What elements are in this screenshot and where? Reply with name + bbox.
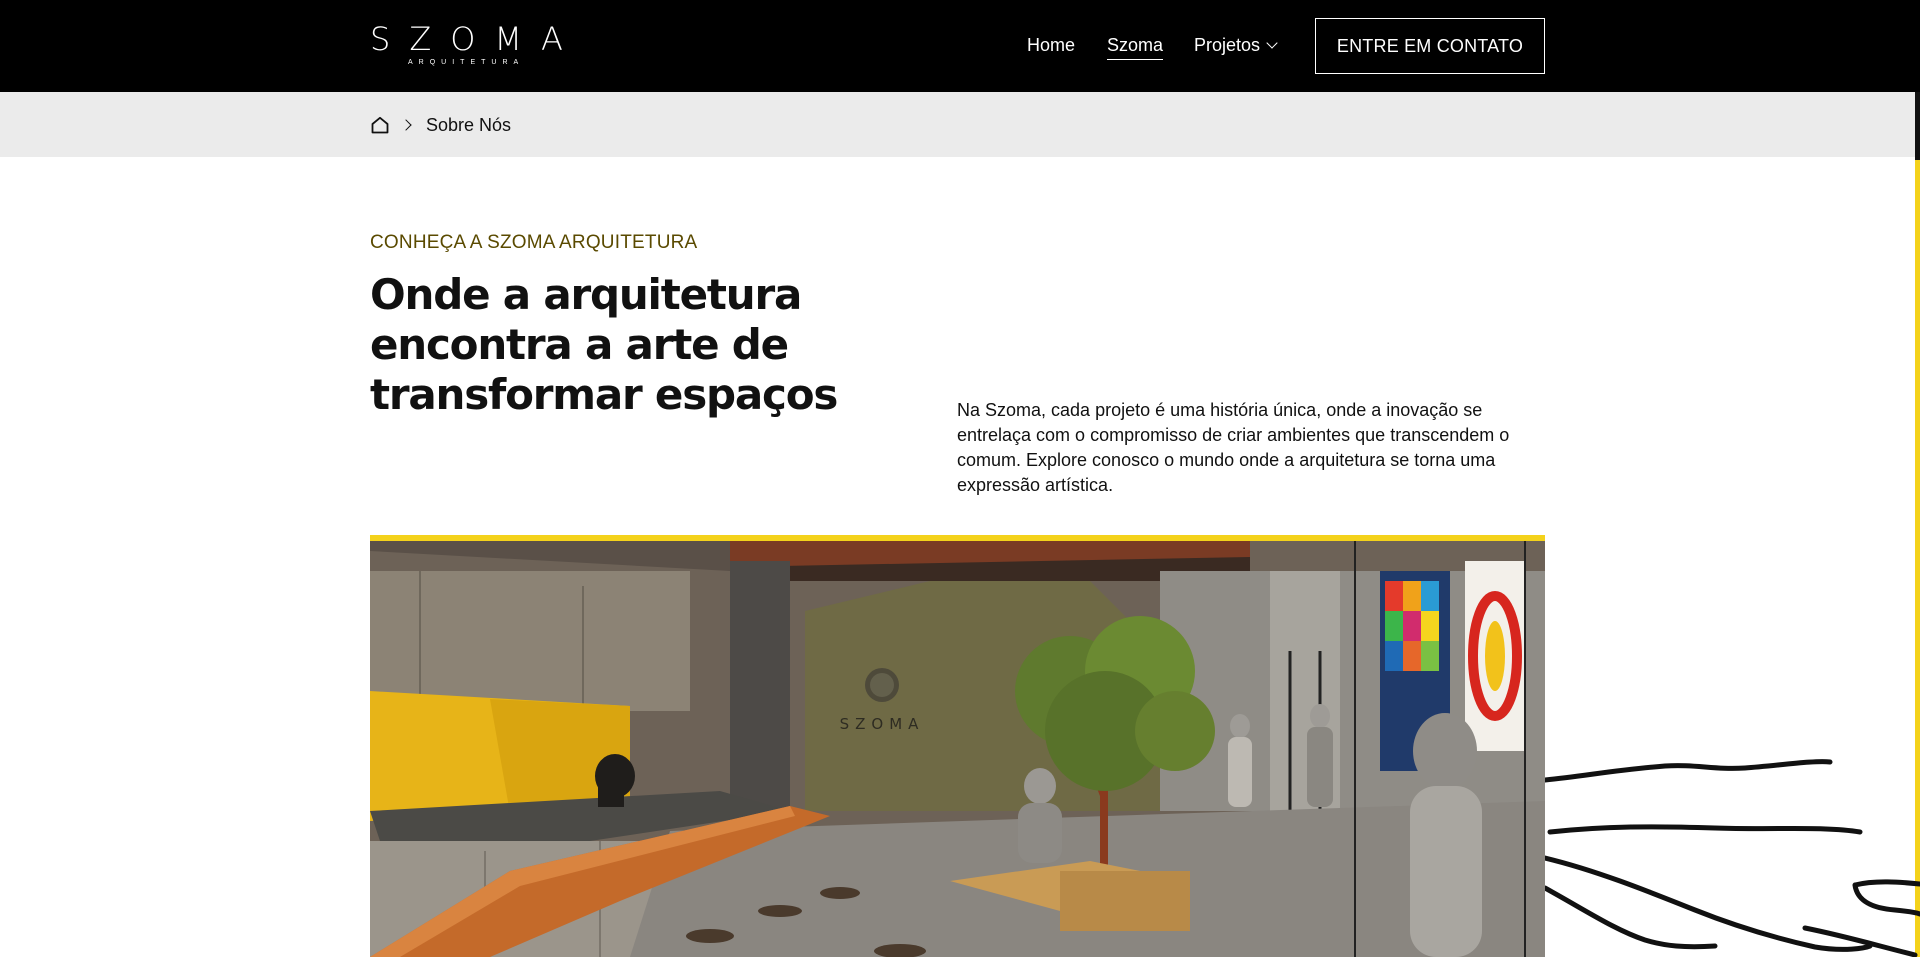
contact-button[interactable]: ENTRE EM CONTATO xyxy=(1315,18,1545,74)
scribble-decoration xyxy=(1545,759,1920,957)
breadcrumb-bar: Sobre Nós xyxy=(0,92,1915,157)
chevron-right-icon xyxy=(400,119,412,131)
page-headline: Onde a arquitetura encontra a arte de tr… xyxy=(370,270,838,419)
logo[interactable]: SZOMA ARQUITETURA xyxy=(370,20,582,68)
breadcrumb: Sobre Nós xyxy=(370,112,511,138)
hero-wall-sign: SZOMA xyxy=(840,715,925,733)
intro-paragraph: Na Szoma, cada projeto é uma história ún… xyxy=(957,400,1510,495)
site-header: SZOMA ARQUITETURA Home Szoma Projetos EN… xyxy=(0,0,1920,92)
breadcrumb-current: Sobre Nós xyxy=(426,114,512,135)
nav-projetos-label: Projetos xyxy=(1194,35,1261,55)
logo-main-text: SZOMA xyxy=(370,20,582,58)
nav-szoma-link[interactable]: Szoma xyxy=(1107,33,1164,60)
logo-sub-text: ARQUITETURA xyxy=(408,59,525,66)
hero-image: SZOMA xyxy=(370,535,1545,957)
scroll-edge-dark xyxy=(1915,92,1920,160)
chevron-down-icon xyxy=(1266,37,1278,49)
section-eyebrow: CONHEÇA A SZOMA ARQUITETURA xyxy=(370,232,698,253)
nav-home-link[interactable]: Home xyxy=(1027,33,1075,57)
nav-projetos-dropdown[interactable]: Projetos xyxy=(1194,33,1278,57)
home-icon[interactable] xyxy=(370,115,390,135)
